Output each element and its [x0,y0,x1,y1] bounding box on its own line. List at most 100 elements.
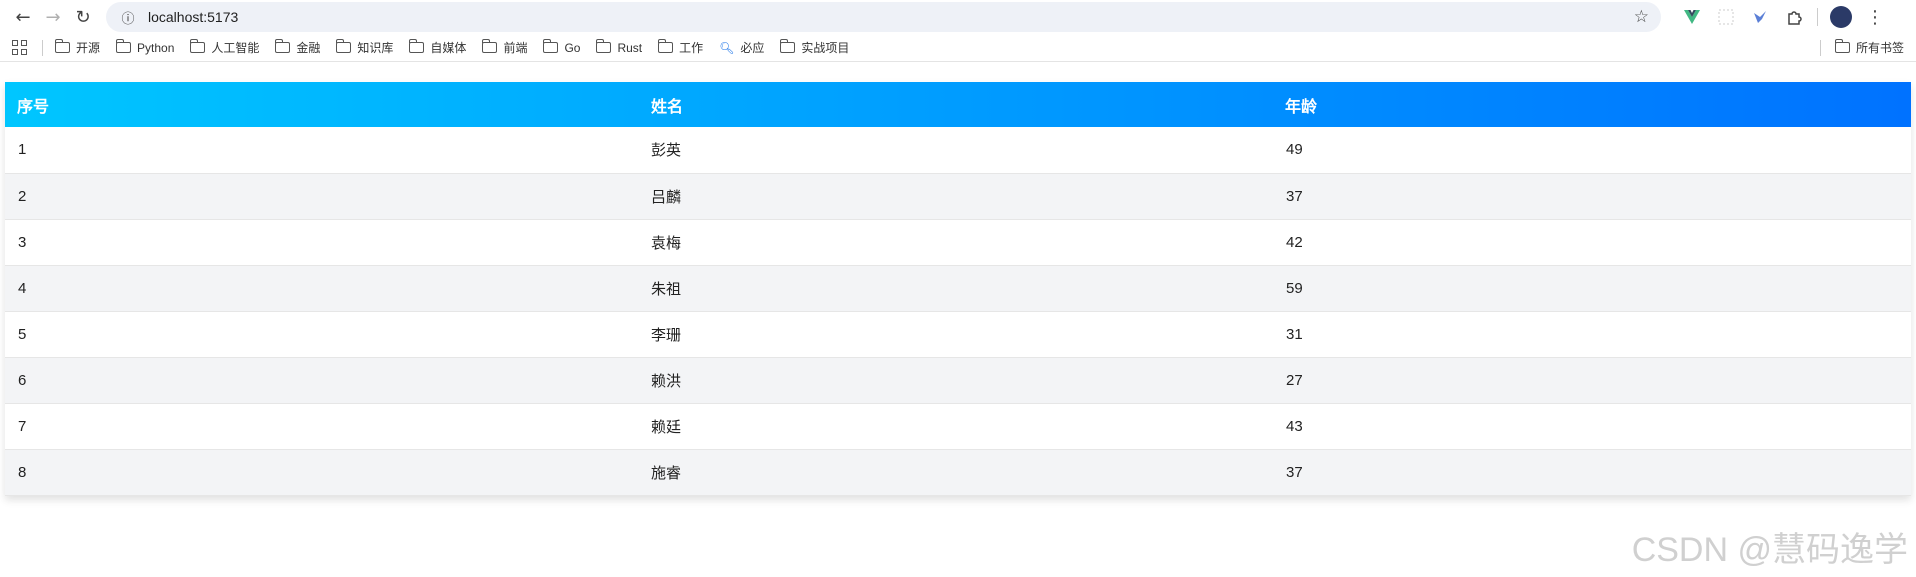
table-row: 2 吕麟 37 [5,173,1911,219]
table-row: 3 袁梅 42 [5,219,1911,265]
cell-age: 37 [1286,463,1303,481]
toolbar-divider [1817,8,1818,26]
bookmark-folder-media[interactable]: 自媒体 [409,39,466,56]
table-row: 7 赖廷 43 [5,403,1911,449]
cell-index: 5 [18,325,27,343]
table-row: 4 朱祖 59 [5,265,1911,311]
cell-index: 8 [18,463,27,481]
folder-icon [115,39,132,53]
cell-name: 吕麟 [651,188,682,206]
bookmark-folder-rust[interactable]: Rust [596,39,643,55]
arrow-left-icon: ← [15,6,31,28]
address-bar[interactable]: ⓘ localhost:5173 ☆ [106,2,1661,32]
cell-name: 李珊 [651,326,682,344]
cell-name: 彭英 [651,142,682,160]
site-info-icon[interactable]: ⓘ [118,7,138,27]
profile-avatar[interactable] [1830,6,1852,28]
bookmark-folder-projects[interactable]: 实战项目 [780,39,849,56]
folder-icon [189,39,206,53]
bookmark-bing[interactable]: 🔍︎ 必应 [719,39,764,56]
cell-age: 31 [1286,325,1303,343]
table-row: 8 施睿 37 [5,449,1911,495]
bookmark-label: 自媒体 [430,41,467,55]
cell-age: 37 [1286,187,1303,205]
cell-index: 2 [18,187,27,205]
bookmark-label: Python [137,40,175,55]
menu-kebab-icon[interactable]: ⋮ [1864,6,1886,28]
header-age: 年龄 [1285,98,1318,116]
bookmark-divider [42,39,43,56]
folder-icon [543,39,559,53]
data-table-container: 序号 姓名 年龄 1 彭英 49 2 吕麟 37 3 袁梅 42 4 朱祖 59 5 李珊 31 6… [5,82,1911,496]
bookmark-label: 开源 [76,41,101,55]
vue-devtools-icon[interactable] [1681,6,1703,28]
cell-age: 43 [1286,417,1303,435]
reload-icon: ↻ [75,6,91,28]
folder-icon [780,39,796,53]
cell-age: 59 [1286,279,1303,297]
folder-icon [274,39,291,53]
bookmark-star-icon[interactable]: ☆ [1634,7,1649,27]
bookmark-folder-work[interactable]: 工作 [657,39,704,56]
bookmarks-bar: 开源 Python 人工智能 金融 知识库 自媒体 前端 Go Rust 工作 … [0,34,1916,62]
bookmark-folder-python[interactable]: Python [115,39,175,55]
folder-icon [336,39,352,53]
cell-age: 49 [1286,141,1303,159]
bookmark-label: 所有书签 [1855,41,1904,55]
all-bookmarks-button[interactable]: 所有书签 [1834,39,1904,56]
bookmark-folder-opensource[interactable]: 开源 [54,39,101,56]
bookmark-folder-go[interactable]: Go [543,39,581,55]
table-row: 6 赖洪 27 [5,357,1911,403]
cell-index: 6 [18,371,27,389]
folder-icon [657,39,674,53]
folder-icon [596,39,612,53]
grid-extension-icon[interactable] [1715,6,1737,28]
folder-icon [409,39,425,53]
apps-grid-icon[interactable] [12,39,28,56]
cell-name: 赖洪 [651,372,682,390]
table-row: 5 李珊 31 [5,311,1911,357]
folder-icon [1834,39,1850,53]
bookmark-label: 实战项目 [801,41,850,55]
bookmark-label: 工作 [679,41,704,55]
bookmark-label: 人工智能 [211,41,260,55]
table-header: 序号 姓名 年龄 [5,82,1911,127]
bookmark-label: Go [564,40,581,55]
header-name: 姓名 [651,98,684,116]
bookmark-label: 必应 [740,41,765,55]
bird-extension-icon[interactable] [1749,6,1771,28]
bookmark-folder-frontend[interactable]: 前端 [482,39,527,56]
table-body: 1 彭英 49 2 吕麟 37 3 袁梅 42 4 朱祖 59 5 李珊 31 6 赖洪 27 7 赖廷 4… [5,127,1911,495]
arrow-right-icon: → [45,6,61,28]
cell-name: 袁梅 [651,234,682,252]
browser-chrome: ← → ↻ ⓘ localhost:5173 ☆ ⋮ 开源 Python 人工智… [0,0,1916,62]
table-header-row: 序号 姓名 年龄 [5,82,1911,127]
bookmark-label: 知识库 [357,41,394,55]
all-bookmarks-area: 所有书签 [1819,39,1904,56]
forward-button[interactable]: → [38,2,68,32]
watermark: CSDN @慧码逸学 [1631,531,1908,569]
cell-index: 7 [18,417,27,435]
extensions-area: ⋮ [1681,6,1886,28]
bookmark-label: Rust [617,40,643,55]
bookmark-label: 金融 [296,41,321,55]
cell-name: 施睿 [651,464,682,482]
browser-toolbar: ← → ↻ ⓘ localhost:5173 ☆ ⋮ [0,0,1916,34]
folder-icon [54,39,70,53]
url-text[interactable]: localhost:5173 [148,9,238,25]
header-index: 序号 [17,98,50,116]
cell-name: 朱祖 [651,280,682,298]
folder-icon [482,39,498,53]
data-table: 序号 姓名 年龄 1 彭英 49 2 吕麟 37 3 袁梅 42 4 朱祖 59 5 李珊 31 6… [5,82,1911,496]
cell-index: 3 [18,233,27,251]
cell-name: 赖廷 [651,418,682,436]
bookmark-folder-knowledge[interactable]: 知识库 [336,39,393,56]
reload-button[interactable]: ↻ [68,2,98,32]
bookmark-folder-ai[interactable]: 人工智能 [189,39,260,56]
bookmark-divider [1819,39,1821,56]
back-button[interactable]: ← [8,2,38,32]
bookmark-folder-finance[interactable]: 金融 [274,39,321,56]
extensions-puzzle-icon[interactable] [1783,6,1805,28]
cell-age: 42 [1286,233,1303,251]
bookmark-label: 前端 [503,41,528,55]
